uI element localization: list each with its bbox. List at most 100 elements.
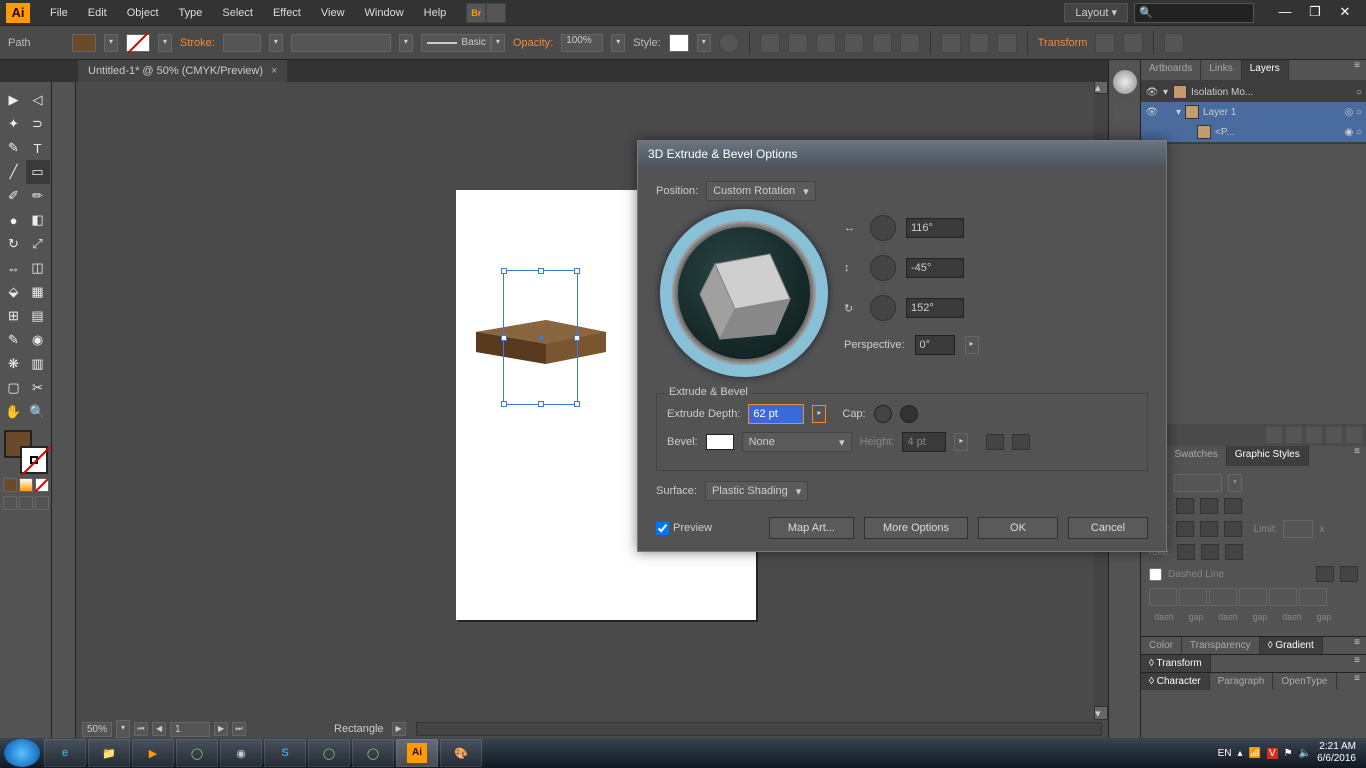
perspective-input[interactable] <box>915 335 955 355</box>
extrude-depth-input[interactable] <box>748 404 804 424</box>
cap-square-icon[interactable] <box>1224 498 1242 514</box>
position-dropdown[interactable]: Custom Rotation▾ <box>706 181 815 201</box>
align-4-icon[interactable] <box>844 33 864 53</box>
more-options-button[interactable]: More Options <box>864 517 968 539</box>
menu-object[interactable]: Object <box>117 7 169 19</box>
transform-1-icon[interactable] <box>1095 33 1115 53</box>
gradient-mode-icon[interactable] <box>19 478 33 492</box>
clip-mask-icon[interactable] <box>1286 427 1302 443</box>
menu-select[interactable]: Select <box>212 7 263 19</box>
cap-off-icon[interactable] <box>900 405 918 423</box>
menu-help[interactable]: Help <box>414 7 457 19</box>
slice-tool-icon[interactable]: ✂ <box>26 376 50 400</box>
opacity-drop-icon[interactable]: ▾ <box>611 34 625 52</box>
panel-menu-icon[interactable]: ≡ <box>1348 60 1366 80</box>
lasso-tool-icon[interactable]: ⊃ <box>26 112 50 136</box>
cancel-button[interactable]: Cancel <box>1068 517 1148 539</box>
close-tab-icon[interactable]: × <box>271 65 277 77</box>
tray-arrow-icon[interactable]: ▴ <box>1237 748 1242 759</box>
tab-gradient[interactable]: ◊ Gradient <box>1260 637 1323 654</box>
taskbar-skype-icon[interactable]: S <box>264 739 306 767</box>
type-tool-icon[interactable]: T <box>26 136 50 160</box>
eye-icon[interactable]: 👁 <box>1145 107 1159 118</box>
delete-layer-icon[interactable] <box>1346 427 1362 443</box>
hand-tool-icon[interactable]: ✋ <box>2 400 26 424</box>
color-proxy[interactable] <box>4 430 48 474</box>
line-tool-icon[interactable]: ╱ <box>2 160 26 184</box>
rot-x-input[interactable] <box>906 218 964 238</box>
fill-swatch[interactable] <box>72 34 96 52</box>
stroke-label[interactable]: Stroke: <box>180 37 215 49</box>
dashed-opt2-icon[interactable] <box>1340 566 1358 582</box>
isolate-icon[interactable] <box>1164 33 1184 53</box>
weight-drop[interactable]: ▾ <box>1228 474 1242 492</box>
shape-builder-icon[interactable]: ⬙ <box>2 280 26 304</box>
layer-row[interactable]: 👁▾Isolation Mo...○ <box>1141 82 1366 102</box>
transform-label[interactable]: Transform <box>1038 37 1088 49</box>
first-page-icon[interactable]: ⏮ <box>134 722 148 736</box>
handle-bc[interactable] <box>538 401 544 407</box>
menu-type[interactable]: Type <box>169 7 213 19</box>
pen-tool-icon[interactable]: ✎ <box>2 136 26 160</box>
vsp-input[interactable] <box>291 34 391 52</box>
stroke-color-icon[interactable] <box>20 446 48 474</box>
color-mode-icon[interactable] <box>3 478 17 492</box>
style-swatch[interactable] <box>669 34 689 52</box>
panel-menu-icon[interactable]: ≡ <box>1348 446 1366 466</box>
tab-artboards[interactable]: Artboards <box>1141 60 1201 80</box>
perspective-drop-icon[interactable]: ▸ <box>965 336 979 354</box>
bevel-extent-in-icon[interactable] <box>986 434 1004 450</box>
ok-button[interactable]: OK <box>978 517 1058 539</box>
selection-tool-icon[interactable]: ▶ <box>2 88 26 112</box>
tray-v-icon[interactable]: V <box>1267 748 1278 759</box>
zoom-tool-icon[interactable]: 🔍 <box>26 400 50 424</box>
fill-dropdown-icon[interactable]: ▾ <box>104 34 118 52</box>
dash-2[interactable] <box>1209 588 1237 606</box>
bevel-height-input[interactable] <box>902 432 946 452</box>
layer-row[interactable]: 👁▾Layer 1◎ ○ <box>1141 102 1366 122</box>
align-2-icon[interactable] <box>788 33 808 53</box>
dash-1[interactable] <box>1149 588 1177 606</box>
cap-butt-icon[interactable] <box>1176 498 1194 514</box>
distribute-2-icon[interactable] <box>969 33 989 53</box>
rotate-tool-icon[interactable]: ↻ <box>2 232 26 256</box>
locate-object-icon[interactable] <box>1266 427 1282 443</box>
screen-normal-icon[interactable] <box>3 496 17 510</box>
eyedropper-icon[interactable]: ✎ <box>2 328 26 352</box>
align-3-icon[interactable] <box>816 33 836 53</box>
magic-wand-icon[interactable]: ✦ <box>2 112 26 136</box>
stroke-weight-dropdown-icon[interactable]: ▾ <box>269 34 283 52</box>
brushes-icon[interactable] <box>1113 102 1137 126</box>
handle-lc[interactable] <box>501 335 507 341</box>
bevel-dropdown[interactable]: None▾ <box>742 432 852 452</box>
distribute-3-icon[interactable] <box>997 33 1017 53</box>
horizontal-scrollbar[interactable] <box>416 722 1102 736</box>
stroke-swatch[interactable] <box>126 34 150 52</box>
minimize-button[interactable]: — <box>1270 3 1300 23</box>
blend-tool-icon[interactable]: ◉ <box>26 328 50 352</box>
depth-drop-icon[interactable]: ▸ <box>812 405 826 423</box>
screen-present-icon[interactable] <box>35 496 49 510</box>
tab-links[interactable]: Links <box>1201 60 1241 80</box>
tab-transparency[interactable]: Transparency <box>1182 637 1260 654</box>
taskbar-app2-icon[interactable]: ◯ <box>308 739 350 767</box>
panel-menu-icon[interactable]: ≡ <box>1348 673 1366 690</box>
align-6-icon[interactable] <box>900 33 920 53</box>
stroke-weight-input[interactable] <box>223 34 261 52</box>
taskbar-illustrator-icon[interactable]: Ai <box>396 739 438 767</box>
taskbar-app3-icon[interactable]: ◯ <box>352 739 394 767</box>
tray-lang[interactable]: EN <box>1218 748 1232 759</box>
bevel-extent-out-icon[interactable] <box>1012 434 1030 450</box>
tab-paragraph[interactable]: Paragraph <box>1210 673 1274 690</box>
brush-dropdown[interactable]: Basic▾ <box>421 34 505 52</box>
gradient-tool-icon[interactable]: ▤ <box>26 304 50 328</box>
handle-br[interactable] <box>574 401 580 407</box>
bridge-icon[interactable]: Br <box>466 3 486 23</box>
tab-layers[interactable]: Layers <box>1242 60 1289 80</box>
last-page-icon[interactable]: ⏭ <box>232 722 246 736</box>
taskbar-paint-icon[interactable]: 🎨 <box>440 739 482 767</box>
align-5-icon[interactable] <box>872 33 892 53</box>
taskbar-app1-icon[interactable]: ◯ <box>176 739 218 767</box>
none-mode-icon[interactable] <box>35 478 49 492</box>
tab-graphic-styles[interactable]: Graphic Styles <box>1227 446 1309 466</box>
